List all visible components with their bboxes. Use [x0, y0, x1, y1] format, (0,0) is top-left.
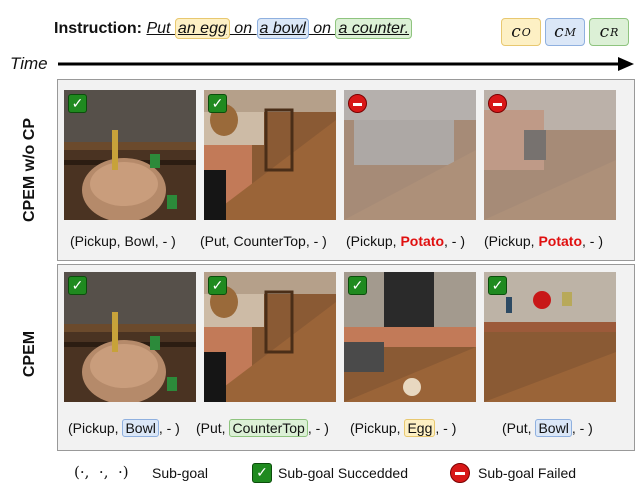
caption-r1-3: (Pickup, Potato, - ): [346, 233, 465, 249]
legend-failed-icon: [450, 463, 470, 483]
row-label-cpem-wo-cp: CPEM w/o CP: [21, 118, 38, 223]
caption-r1-4: (Pickup, Potato, - ): [484, 233, 603, 249]
caption-text: , - ): [582, 233, 604, 249]
legend-subgoal-symbol: (·, ·, ·): [74, 463, 129, 481]
caption-text: , - ): [444, 233, 466, 249]
legend-success-icon: ✓: [252, 463, 272, 483]
frame-r1-3: [344, 90, 476, 220]
success-check-icon: ✓: [208, 94, 227, 113]
caption-r2-3: (Pickup, Egg, - ): [350, 419, 457, 437]
tag-c-m-sub: M: [564, 25, 576, 39]
caption-text: (Pickup,: [346, 233, 401, 249]
instr-part-on-2: on: [308, 20, 336, 37]
caption-r1-2: (Put, CounterTop, - ): [200, 233, 327, 249]
instr-bowl: a bowl: [256, 18, 309, 39]
caption-text: (Pickup,: [484, 233, 539, 249]
failed-icon: [348, 94, 367, 113]
instr-part-put: Put: [146, 20, 175, 37]
frame-r1-4: [484, 90, 616, 220]
caption-text: (Pickup, Bowl, - ): [70, 233, 176, 249]
instruction-label: Instruction:: [54, 20, 142, 37]
frame-r1-2: ✓: [204, 90, 336, 220]
tag-c-m: cM: [545, 18, 585, 46]
caption-r1-1: (Pickup, Bowl, - ): [70, 233, 176, 249]
success-check-icon: ✓: [68, 94, 87, 113]
caption-wrong-object: Potato: [538, 233, 583, 249]
caption-text: (Put,: [502, 420, 536, 436]
caption-text: (Put, CounterTop, - ): [200, 233, 327, 249]
caption-text: (Pickup,: [350, 420, 405, 436]
caption-text: , - ): [307, 420, 329, 436]
tag-c-o-sub: O: [521, 25, 531, 39]
tag-c-o-base: c: [511, 22, 521, 42]
caption-text: , - ): [571, 420, 593, 436]
legend-subgoal-label: Sub-goal: [152, 465, 209, 481]
instruction-line: Instruction: Put an egg on a bowl on a c…: [54, 18, 413, 39]
time-label: Time: [10, 54, 48, 73]
time-arrow: [58, 57, 634, 71]
caption-text: , - ): [435, 420, 457, 436]
tag-c-r: cR: [589, 18, 629, 46]
tag-c-o: cO: [501, 18, 541, 46]
frame-r2-1: ✓: [64, 272, 196, 402]
caption-egg: Egg: [404, 419, 436, 437]
tag-c-r-sub: R: [610, 25, 619, 39]
instr-counter: a counter.: [335, 18, 413, 39]
caption-text: (Pickup,: [68, 420, 123, 436]
legend-failed-label: Sub-goal Failed: [478, 465, 577, 481]
frame-r2-4: ✓: [484, 272, 616, 402]
legend-succeeded-label: Sub-goal Succedded: [278, 465, 408, 481]
caption-text: (Put,: [196, 420, 230, 436]
caption-text: , - ): [158, 420, 180, 436]
failed-icon: [488, 94, 507, 113]
success-check-icon: ✓: [68, 276, 87, 295]
tag-c-r-base: c: [599, 22, 610, 42]
caption-r2-1: (Pickup, Bowl, - ): [68, 419, 180, 437]
caption-countertop: CounterTop: [229, 419, 308, 437]
frame-r1-1: ✓: [64, 90, 196, 220]
success-check-icon: ✓: [208, 276, 227, 295]
frame-r2-2: ✓: [204, 272, 336, 402]
row-label-cpem: CPEM: [21, 330, 38, 378]
instr-part-on-1: on: [229, 20, 257, 37]
caption-r2-2: (Put, CounterTop, - ): [196, 419, 329, 437]
instruction-text: Put an egg on a bowl on a counter.: [146, 18, 413, 39]
frame-r2-3: ✓: [344, 272, 476, 402]
caption-wrong-object: Potato: [400, 233, 445, 249]
success-check-icon: ✓: [488, 276, 507, 295]
caption-r2-4: (Put, Bowl, - ): [502, 419, 593, 437]
caption-bowl: Bowl: [122, 419, 159, 437]
tag-c-m-base: c: [554, 22, 564, 42]
instr-object: an egg: [174, 18, 230, 39]
caption-bowl: Bowl: [535, 419, 572, 437]
success-check-icon: ✓: [348, 276, 367, 295]
